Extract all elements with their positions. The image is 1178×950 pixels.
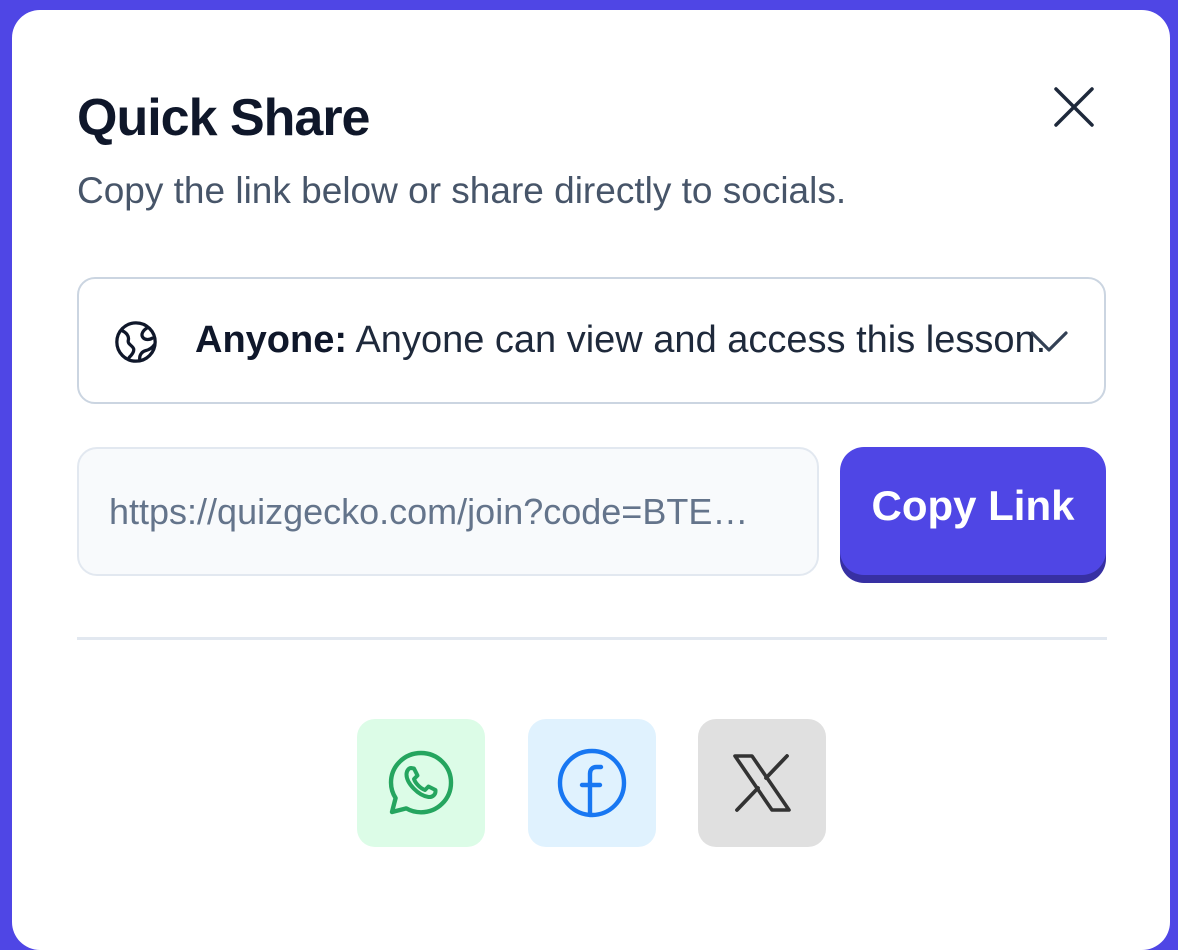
quick-share-modal: Quick Share Copy the link below or share… [12,10,1170,950]
close-icon [1054,87,1094,127]
modal-title: Quick Share [77,89,370,147]
access-level-text: Anyone: Anyone can view and access this … [195,319,1046,362]
access-level-description: Anyone can view and access this lesson. [347,319,1047,361]
modal-subtitle: Copy the link below or share directly to… [77,170,847,211]
chevron-down-icon [1030,331,1068,352]
access-level-select[interactable]: Anyone: Anyone can view and access this … [77,277,1106,404]
share-link-field[interactable] [77,447,819,576]
divider [77,637,1107,640]
share-x-button[interactable] [698,719,826,847]
share-facebook-button[interactable] [528,719,656,847]
copy-link-button[interactable]: Copy Link [840,447,1106,575]
share-whatsapp-button[interactable] [357,719,485,847]
facebook-icon [557,748,627,818]
globe-icon [115,321,157,363]
access-level-label: Anyone: [195,319,347,361]
whatsapp-icon [388,750,454,815]
close-button[interactable] [1045,78,1103,136]
x-icon [733,754,791,812]
